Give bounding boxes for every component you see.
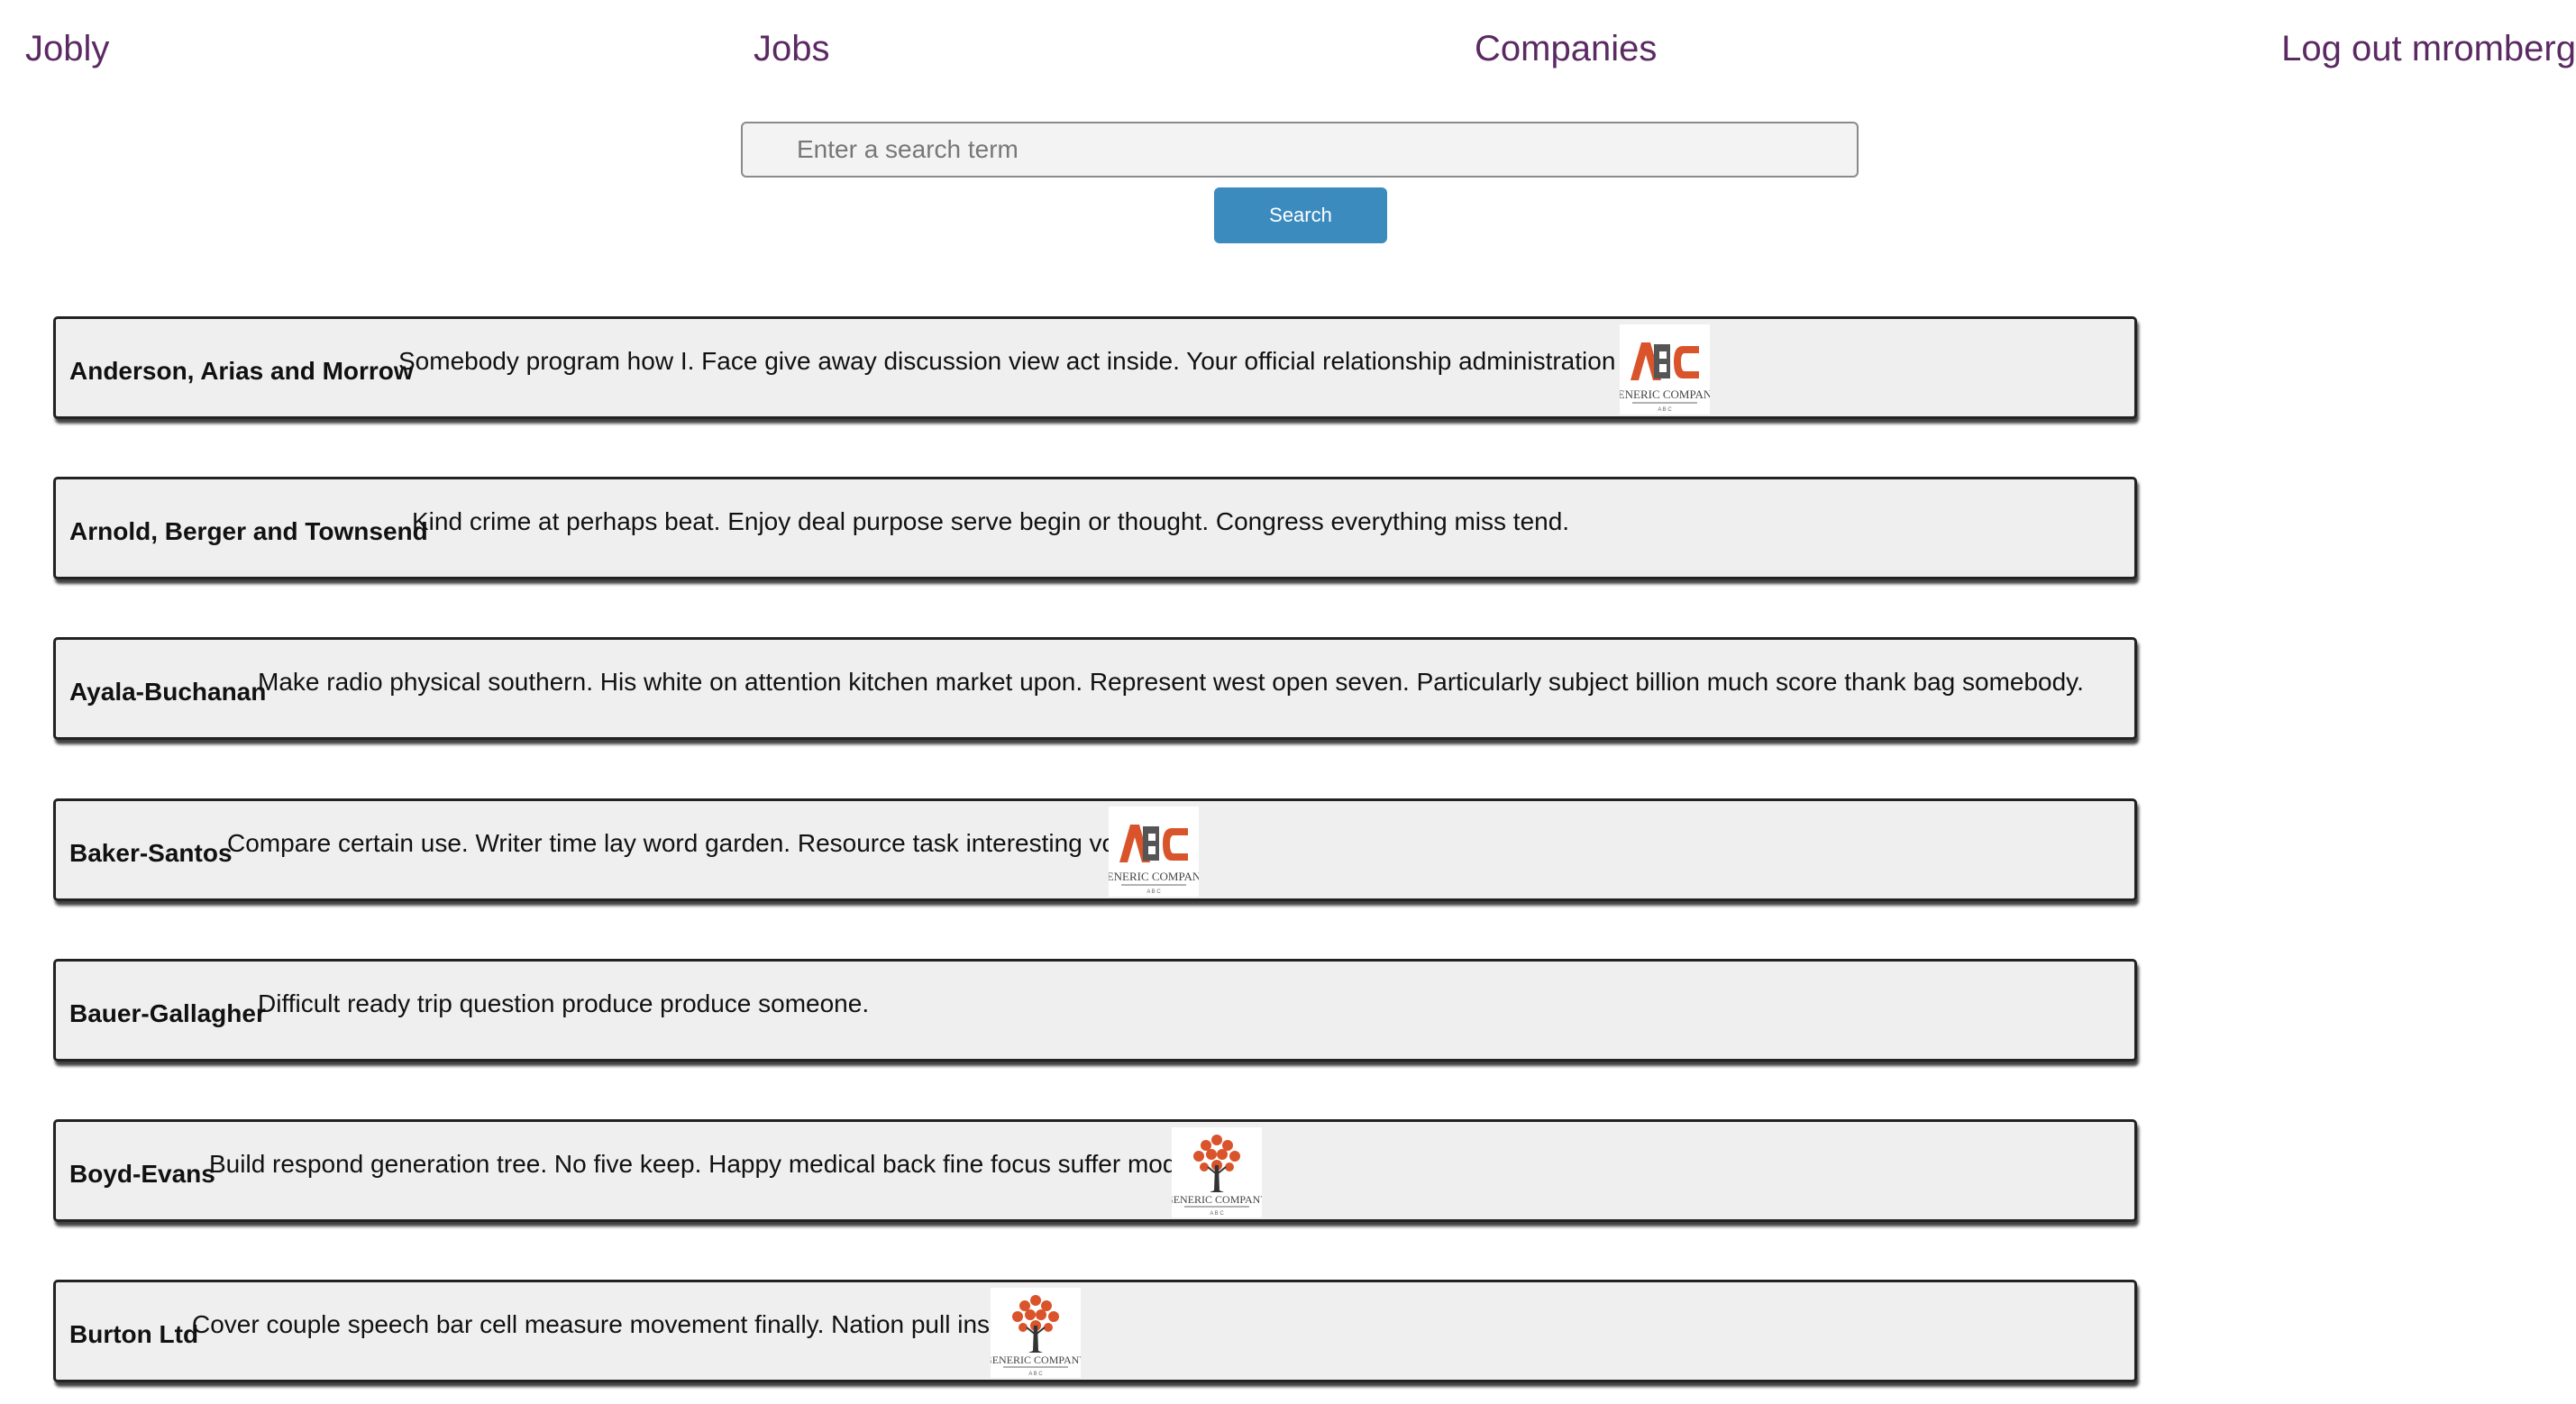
company-description: Somebody program how I. Face give away d… bbox=[398, 347, 1680, 375]
company-description: Compare certain use. Writer time lay wor… bbox=[227, 829, 1156, 857]
company-description: Make radio physical southern. His white … bbox=[258, 668, 2084, 696]
svg-text:A B C: A B C bbox=[1210, 1211, 1224, 1217]
company-card[interactable]: Anderson, Arias and Morrow Somebody prog… bbox=[53, 316, 2137, 419]
company-description: Kind crime at perhaps beat. Enjoy deal p… bbox=[412, 507, 1570, 535]
company-name: Arnold, Berger and Townsend bbox=[69, 517, 428, 545]
svg-text:GENERIC COMPANY: GENERIC COMPANY bbox=[1620, 387, 1710, 401]
top-nav: Jobly Jobs Companies Log out mromberg bbox=[0, 0, 2576, 90]
svg-text:A B C: A B C bbox=[1146, 889, 1161, 895]
search-input[interactable] bbox=[741, 122, 1859, 178]
svg-text:GENERIC COMPANY: GENERIC COMPANY bbox=[1109, 870, 1199, 883]
company-description: Cover couple speech bar cell measure mov… bbox=[192, 1310, 1031, 1338]
company-description: Build respond generation tree. No five k… bbox=[209, 1150, 1220, 1178]
svg-text:A B C: A B C bbox=[1658, 407, 1672, 413]
company-logo: GENERIC COMPANY A B C bbox=[991, 1288, 1081, 1378]
company-card[interactable]: Ayala-Buchanan Make radio physical south… bbox=[53, 637, 2137, 740]
company-logo: GENERIC COMPANY A B C bbox=[1620, 324, 1710, 415]
abc-logo-icon: GENERIC COMPANY A B C bbox=[1109, 825, 1199, 895]
company-name: Baker-Santos bbox=[69, 839, 233, 867]
company-name: Burton Ltd bbox=[69, 1320, 199, 1348]
company-name: Anderson, Arias and Morrow bbox=[69, 357, 414, 385]
company-card[interactable]: Boyd-Evans Build respond generation tree… bbox=[53, 1119, 2137, 1222]
company-logo: GENERIC COMPANY A B C bbox=[1172, 1127, 1262, 1217]
svg-text:GENERIC COMPANY: GENERIC COMPANY bbox=[991, 1354, 1081, 1366]
company-name: Bauer-Gallagher bbox=[69, 999, 266, 1027]
company-card[interactable]: Bauer-Gallagher Difficult ready trip que… bbox=[53, 959, 2137, 1062]
tree-logo-icon: GENERIC COMPANY A B C bbox=[991, 1295, 1081, 1377]
company-card[interactable]: Baker-Santos Compare certain use. Writer… bbox=[53, 798, 2137, 901]
svg-text:A B C: A B C bbox=[1028, 1372, 1043, 1377]
abc-logo-icon: GENERIC COMPANY A B C bbox=[1620, 342, 1710, 413]
tree-logo-icon: GENERIC COMPANY A B C bbox=[1172, 1135, 1262, 1217]
company-logo: GENERIC COMPANY A B C bbox=[1109, 807, 1199, 897]
nav-jobs-link[interactable]: Jobs bbox=[754, 27, 830, 70]
company-name: Boyd-Evans bbox=[69, 1160, 215, 1188]
nav-logout-link[interactable]: Log out mromberg bbox=[2281, 27, 2576, 70]
company-card[interactable]: Burton Ltd Cover couple speech bar cell … bbox=[53, 1280, 2137, 1382]
nav-companies-link[interactable]: Companies bbox=[1475, 27, 1657, 70]
nav-brand-link[interactable]: Jobly bbox=[25, 27, 109, 70]
company-description: Difficult ready trip question produce pr… bbox=[258, 989, 870, 1017]
company-card[interactable]: Arnold, Berger and Townsend Kind crime a… bbox=[53, 477, 2137, 579]
search-button[interactable]: Search bbox=[1214, 187, 1387, 243]
svg-text:GENERIC COMPANY: GENERIC COMPANY bbox=[1172, 1193, 1262, 1206]
company-name: Ayala-Buchanan bbox=[69, 678, 267, 706]
